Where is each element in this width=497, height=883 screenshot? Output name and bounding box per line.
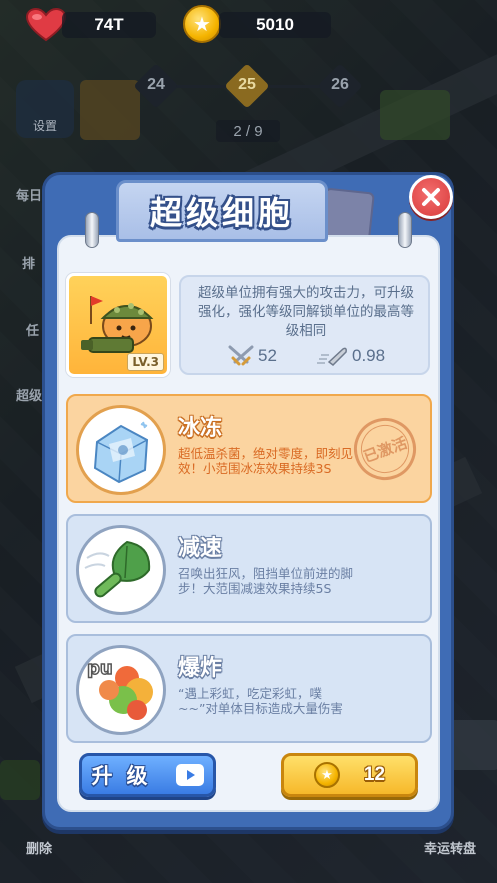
ice-cube-icon — [93, 421, 149, 484]
activated-stamp: 已激活 — [345, 409, 425, 489]
panel-title: 超级细胞 — [149, 194, 294, 232]
skill-desc-explode: “遇上彩虹，吃定彩虹，噗~~”对单体目标造成大量伤害 — [178, 686, 343, 716]
upgrade-cost: 12 — [363, 764, 386, 785]
title-tab: 超级细胞 — [116, 180, 328, 242]
svg-text:pu: pu — [87, 658, 113, 679]
skill-desc-freeze: 超低温杀菌，绝对零度，即刻见效！小范围冰冻效果持续3S — [178, 446, 354, 476]
coins-value: 5010 — [219, 12, 331, 38]
delete-label[interactable]: 删除 — [26, 838, 52, 857]
explode-skill-icon: pu — [76, 645, 166, 735]
level-current: 25 — [238, 76, 256, 93]
hearts-value: 74T — [62, 12, 156, 38]
video-ad-icon — [175, 764, 204, 786]
skill-name-freeze: 冰冻 — [178, 416, 223, 441]
crossed-swords-icon — [228, 345, 254, 366]
settings-label: 设置 — [32, 119, 57, 133]
attack-value: 52 — [258, 346, 277, 365]
coin-icon: ★ — [313, 762, 340, 788]
skill-name-slow: 减速 — [178, 536, 223, 561]
hero-description: 超级单位拥有强大的攻击力，可升级强化，强化等级同解锁单位的最高等级相同 — [198, 285, 414, 339]
slow-skill-icon — [76, 525, 166, 615]
rank-label[interactable]: 排 — [22, 253, 35, 272]
leaf-fan-icon — [84, 540, 151, 598]
bullet-speed-icon — [317, 347, 347, 366]
freeze-skill-icon — [76, 405, 166, 495]
attack-stat: 52 — [227, 345, 277, 367]
hero-level: LV.3 — [127, 353, 164, 371]
close-icon — [422, 188, 440, 206]
super-label[interactable]: 超级 — [16, 385, 42, 404]
binder-ring-right — [398, 212, 412, 248]
skill-card-slow[interactable]: 减速 召唤出狂风，阻挡单位前进的脚步！大范围减速效果持续5S — [66, 514, 432, 623]
skill-card-freeze[interactable]: 冰冻 超低温杀菌，绝对零度，即刻见效！小范围冰冻效果持续3S 已激活 — [66, 394, 432, 503]
skill-card-explode[interactable]: pu 爆炸 “遇上彩虹，吃定彩虹，噗~~”对单体目标造成大量伤害 — [66, 634, 432, 743]
lucky-wheel-label[interactable]: 幸运转盘 — [424, 838, 476, 857]
skill-desc-slow: 召唤出狂风，阻挡单位前进的脚步！大范围减速效果持续5S — [178, 566, 354, 596]
skill-name-explode: 爆炸 — [178, 656, 223, 681]
hero-card[interactable]: LV.3 — [66, 273, 170, 377]
coin-upgrade-button[interactable]: ★ 12 — [281, 753, 418, 797]
level-next: 26 — [331, 76, 349, 93]
page-indicator: 2 / 9 — [216, 120, 280, 142]
hero-description-box: 超级单位拥有强大的攻击力，可升级强化，强化等级同解锁单位的最高等级相同 52 0… — [179, 275, 430, 375]
coin-icon: ★ — [183, 5, 221, 43]
task-label[interactable]: 任 — [26, 320, 39, 339]
rainbow-puff-icon: pu — [86, 657, 153, 720]
upgrade-button[interactable]: 升级 — [79, 753, 216, 797]
speed-value: 0.98 — [352, 346, 386, 365]
binder-ring-left — [85, 212, 99, 248]
heart-icon — [26, 8, 66, 42]
level-prev: 24 — [147, 76, 165, 93]
speed-stat: 0.98 — [317, 345, 385, 367]
close-button[interactable] — [409, 175, 453, 219]
daily-label[interactable]: 每日 — [16, 185, 42, 204]
upgrade-label: 升级 — [91, 764, 162, 788]
settings-button[interactable]: 设置 — [16, 80, 74, 138]
